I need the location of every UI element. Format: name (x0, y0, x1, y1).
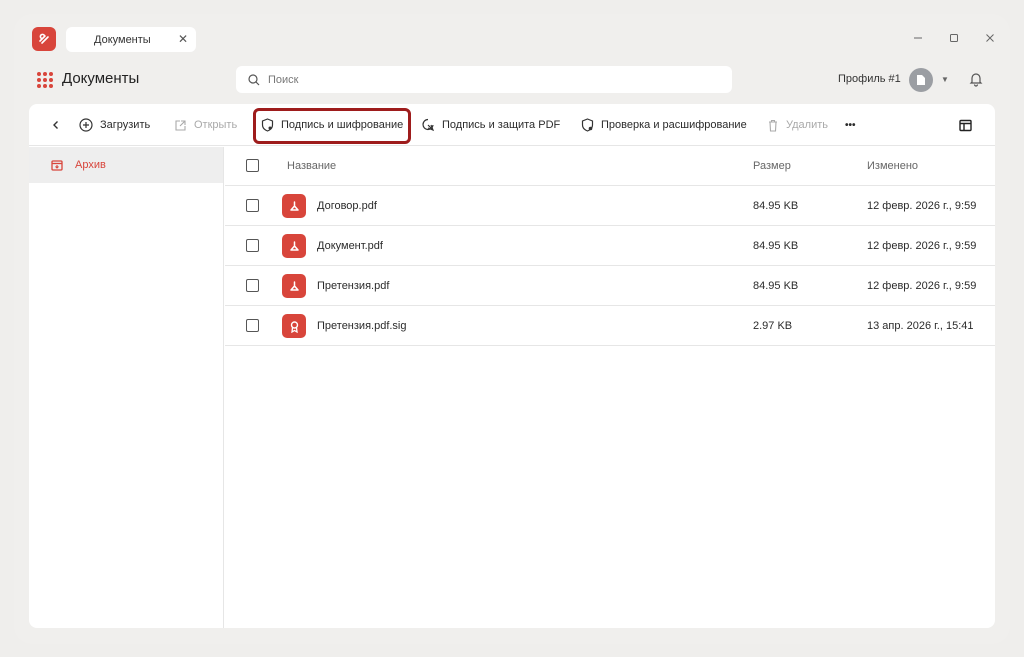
close-icon[interactable] (982, 30, 998, 46)
search-input[interactable] (268, 73, 708, 86)
row-checkbox[interactable] (246, 319, 259, 332)
avatar[interactable] (909, 68, 933, 92)
chevron-down-icon[interactable]: ▼ (941, 75, 949, 84)
file-size: 84.95 KB (753, 200, 799, 212)
maximize-icon[interactable] (946, 30, 962, 46)
file-name: Документ.pdf (317, 240, 383, 252)
minimize-icon[interactable] (910, 30, 926, 46)
more-menu-button[interactable]: ••• (845, 104, 856, 146)
table-header: Название Размер Изменено (225, 147, 995, 186)
window-controls (910, 30, 998, 46)
tab-close-icon[interactable]: ✕ (178, 33, 188, 45)
tab-documents[interactable]: Документы ✕ (66, 27, 196, 52)
file-name: Претензия.pdf.sig (317, 320, 407, 332)
sidebar-item-archive[interactable]: Архив (29, 147, 223, 183)
upload-label: Загрузить (100, 119, 151, 131)
content-card: Загрузить Открыть Подпись и шифрование П… (29, 104, 995, 628)
signature-icon (282, 314, 306, 338)
file-avatar-icon (917, 75, 925, 85)
bell-icon[interactable] (968, 71, 984, 87)
sidebar-item-label: Архив (75, 159, 106, 171)
shield-check-icon (581, 118, 594, 132)
signature-search-icon (422, 118, 435, 132)
file-name: Договор.pdf (317, 200, 377, 212)
trash-icon (769, 119, 777, 132)
sidebar: Архив (29, 147, 224, 628)
table-row[interactable]: Претензия.pdf.sig 2.97 KB 13 апр. 2026 г… (225, 306, 995, 346)
select-all-checkbox[interactable] (246, 159, 259, 172)
delete-label: Удалить (786, 119, 828, 131)
file-modified: 12 февр. 2026 г., 9:59 (867, 200, 977, 212)
app-header: Документы Профиль #1 ▼ (14, 58, 1010, 102)
pdf-icon (282, 234, 306, 258)
column-modified-header[interactable]: Изменено (867, 160, 918, 172)
chevron-left-icon (53, 121, 58, 129)
panel-layout-icon (959, 119, 972, 131)
row-checkbox[interactable] (246, 239, 259, 252)
open-button[interactable]: Открыть (174, 104, 237, 146)
page-title: Документы (62, 70, 140, 87)
table-row[interactable]: Документ.pdf 84.95 KB 12 февр. 2026 г., … (225, 226, 995, 266)
row-checkbox[interactable] (246, 279, 259, 292)
profile-name[interactable]: Профиль #1 (838, 73, 901, 85)
verify-decrypt-label: Проверка и расшифрование (601, 119, 747, 131)
row-checkbox[interactable] (246, 199, 259, 212)
search-bar[interactable] (236, 66, 732, 93)
app-logo-icon[interactable] (32, 27, 56, 51)
pdf-icon (282, 274, 306, 298)
table-row[interactable]: Претензия.pdf 84.95 KB 12 февр. 2026 г.,… (225, 266, 995, 306)
column-size-header[interactable]: Размер (753, 160, 791, 172)
table-row[interactable]: Договор.pdf 84.95 KB 12 февр. 2026 г., 9… (225, 186, 995, 226)
more-dots-icon: ••• (845, 119, 856, 131)
plus-circle-icon (79, 118, 93, 132)
delete-button[interactable]: Удалить (767, 104, 828, 146)
apps-grid-icon[interactable] (37, 72, 53, 88)
search-icon (248, 73, 260, 85)
file-size: 2.97 KB (753, 320, 793, 332)
file-size: 84.95 KB (753, 240, 799, 252)
file-name: Претензия.pdf (317, 280, 390, 292)
file-modified: 12 февр. 2026 г., 9:59 (867, 240, 977, 252)
upload-button[interactable]: Загрузить (79, 104, 150, 146)
file-modified: 12 февр. 2026 г., 9:59 (867, 280, 977, 292)
tab-label: Документы (94, 33, 151, 46)
pdf-icon (282, 194, 306, 218)
archive-icon (51, 160, 63, 171)
panel-toggle-button[interactable] (959, 104, 972, 146)
sign-protect-pdf-button[interactable]: Подпись и защита PDF (421, 104, 560, 146)
toolbar: Загрузить Открыть Подпись и шифрование П… (29, 104, 995, 146)
file-table: Название Размер Изменено Договор.pdf 84.… (225, 147, 995, 346)
open-external-icon (175, 119, 186, 131)
back-button[interactable] (51, 104, 61, 146)
verify-decrypt-button[interactable]: Проверка и расшифрование (581, 104, 747, 146)
open-label: Открыть (194, 119, 238, 131)
highlight-frame (253, 108, 411, 144)
sign-protect-pdf-label: Подпись и защита PDF (442, 119, 561, 131)
file-size: 84.95 KB (753, 280, 799, 292)
title-bar: Документы ✕ (14, 14, 1010, 56)
app-window: Документы ✕ Документы Профиль #1 (14, 14, 1010, 644)
column-name-header[interactable]: Название (287, 160, 336, 172)
file-modified: 13 апр. 2026 г., 15:41 (867, 320, 974, 332)
